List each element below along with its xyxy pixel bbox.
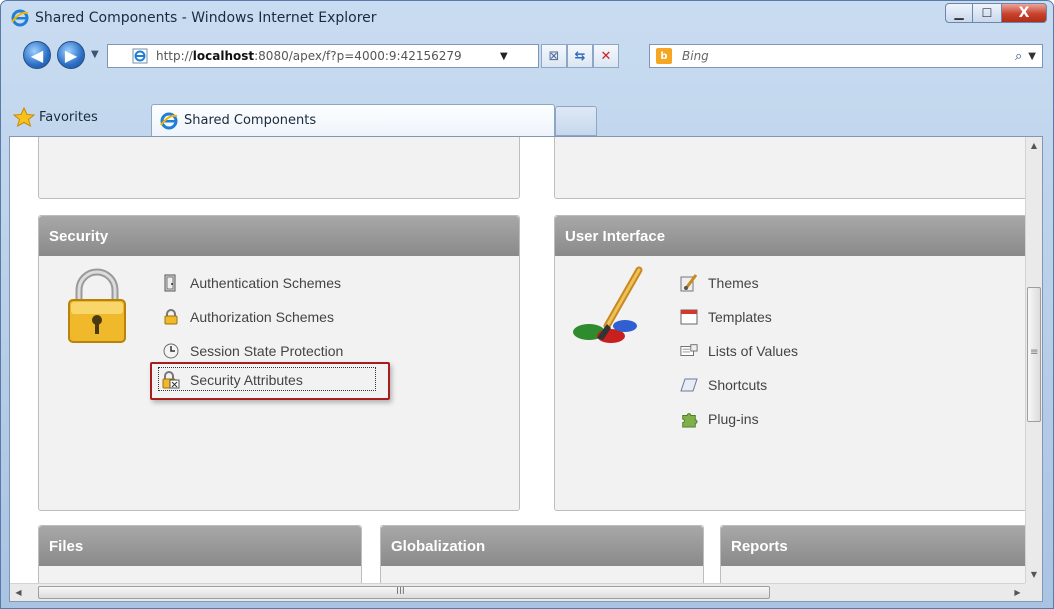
browser-window: Shared Components - Windows Internet Exp… [0,0,1054,609]
link-label: Lists of Values [708,343,799,359]
user-interface-panel-title: User Interface [555,216,1029,256]
horizontal-scrollbar[interactable]: ◀ III ▶ [10,583,1026,601]
padlock-icon [68,268,126,343]
panel-top-left [38,137,520,199]
search-options-dropdown[interactable]: ▼ [1028,51,1036,62]
scroll-down-arrow-icon[interactable]: ▼ [1026,566,1042,583]
new-tab-button[interactable] [555,106,597,136]
door-icon [162,274,180,292]
reports-panel-title: Reports [721,526,1029,566]
link-label: Templates [708,309,772,325]
page-content: Security Authentication Schemes Authoriz… [10,137,1030,601]
highlight-box [150,362,390,400]
address-bar[interactable]: http://localhost:8080/apex/f?p=4000:9:42… [107,44,539,68]
lov-icon [680,342,698,360]
link-label: Themes [708,275,759,291]
ie-logo-icon [160,112,178,129]
link-authentication-schemes[interactable]: Authentication Schemes [162,274,341,292]
tab-shared-components[interactable]: Shared Components [151,104,555,136]
scroll-up-arrow-icon[interactable]: ▲ [1026,137,1042,154]
link-label: Authentication Schemes [190,275,341,291]
link-label: Session State Protection [190,343,344,359]
search-box[interactable]: b Bing ⌕ ▼ [649,44,1043,68]
theme-brush-icon [680,274,698,292]
clock-icon [162,342,180,360]
favorites-label: Favorites [39,109,98,125]
scrollbar-corner [1025,583,1042,601]
paint-brush-icon [573,266,643,343]
page-viewport: Security Authentication Schemes Authoriz… [9,136,1043,602]
favorites-button[interactable]: Favorites [13,107,98,127]
grip-icon: ≡ [1030,347,1039,358]
url-host: localhost [192,49,255,63]
files-panel-title: Files [39,526,361,566]
window-title: Shared Components - Windows Internet Exp… [35,10,377,26]
bing-icon: b [656,48,672,64]
puzzle-icon [680,410,698,428]
vertical-scrollbar[interactable]: ▲ ≡ ▼ [1025,137,1042,583]
url-text[interactable]: http://localhost:8080/apex/f?p=4000:9:42… [156,49,496,63]
globalization-panel-title: Globalization [381,526,703,566]
stop-button[interactable]: ✕ [593,44,619,68]
panel-top-right [554,137,1030,199]
link-authorization-schemes[interactable]: Authorization Schemes [162,308,334,326]
user-interface-panel: User Interface [554,215,1030,511]
ie-logo-icon [11,9,29,27]
favorites-bar: Favorites Shared Components [1,101,1053,136]
close-button[interactable]: X [1001,3,1047,23]
link-shortcuts[interactable]: Shortcuts [680,376,767,394]
page-ie-icon [132,48,148,64]
star-icon [13,107,35,127]
url-scheme: http:// [156,49,193,63]
scroll-left-arrow-icon[interactable]: ◀ [10,584,27,601]
link-lists-of-values[interactable]: Lists of Values [680,342,798,360]
navigation-bar: ◀ ▶ ▼ http://localhost:8080/apex/f?p=400… [1,39,1053,71]
minimize-button[interactable]: ▁ [945,3,973,23]
refresh-button[interactable]: ⇆ [567,44,593,68]
tab-label: Shared Components [184,113,317,128]
link-session-state-protection[interactable]: Session State Protection [162,342,343,360]
compatibility-view-button[interactable]: ⊠ [541,44,567,68]
url-path: :8080/apex/f?p=4000:9:42156279 [254,49,462,63]
back-button[interactable]: ◀ [23,41,51,69]
title-bar: Shared Components - Windows Internet Exp… [1,1,1053,37]
link-label: Authorization Schemes [190,309,334,325]
search-placeholder[interactable]: Bing [682,49,1015,63]
shortcut-icon [680,376,698,394]
grip-icon: III [396,586,405,597]
window-controls: ▁ ☐ X [945,3,1047,25]
lock-small-icon [162,308,180,326]
link-plug-ins[interactable]: Plug-ins [680,410,759,428]
link-label: Plug-ins [708,411,759,427]
link-templates[interactable]: Templates [680,308,772,326]
link-themes[interactable]: Themes [680,274,759,292]
link-label: Shortcuts [708,377,768,393]
address-dropdown-icon[interactable]: ▼ [500,51,508,62]
scroll-right-arrow-icon[interactable]: ▶ [1009,584,1026,601]
template-icon [680,308,698,326]
search-icon[interactable]: ⌕ [1015,49,1022,64]
security-panel-title: Security [39,216,519,256]
maximize-button[interactable]: ☐ [973,3,1001,23]
forward-button[interactable]: ▶ [57,41,85,69]
recent-pages-dropdown[interactable]: ▼ [91,49,99,60]
